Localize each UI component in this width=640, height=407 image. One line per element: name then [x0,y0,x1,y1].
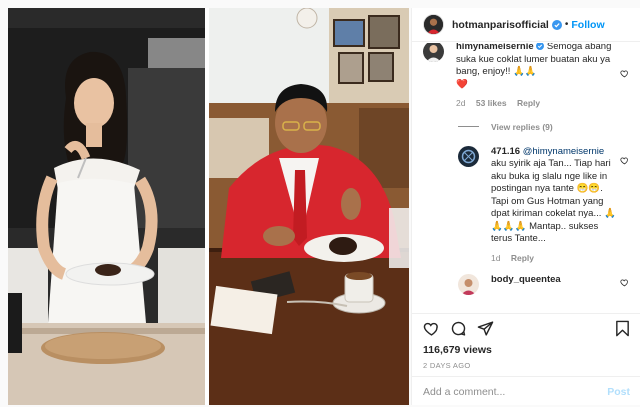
comment-icon[interactable] [450,320,467,337]
commenter-avatar[interactable] [458,145,479,167]
photo-woman-with-cake [8,8,205,405]
post-details-panel: hotmanparisofficial • Follow himynameise… [411,8,640,405]
instagram-post-frame: hotmanparisofficial • Follow himynameise… [0,0,640,407]
comment-meta: 1d Reply [491,252,617,265]
comment-body: body_queentea [491,274,631,295]
comment-like-icon[interactable] [620,69,629,78]
comment-time[interactable]: 1d [491,253,500,263]
post-button[interactable]: Post [607,386,630,398]
avatar[interactable] [423,14,444,35]
divider-line [458,126,479,127]
comment-emoji: ❤️ [456,78,468,90]
comment-body: himynameisernie Semoga abang suka kue co… [456,43,631,110]
view-replies-button[interactable]: View replies (9) [458,122,631,132]
comment-body: 471.16 @himynameisernie aku syirik aja T… [491,146,631,265]
comment-username[interactable]: 471.16 [491,146,520,157]
comment-item: body_queentea [423,274,631,295]
comment-meta: 2d 53 likes Reply [456,97,617,110]
view-replies-label: View replies (9) [491,121,553,132]
heart-icon[interactable] [423,320,440,337]
comment-item: himynameisernie Semoga abang suka kue co… [423,43,631,110]
post-actions-section: 116,679 views 2 DAYS AGO Post [412,313,640,405]
comment-mention[interactable]: @himynameisernie [523,146,604,157]
comment-like-icon[interactable] [620,156,629,165]
view-count[interactable]: 116,679 views [423,344,492,356]
commenter-avatar[interactable] [423,43,444,62]
reply-item: 471.16 @himynameisernie aku syirik aja T… [458,145,631,265]
post-header: hotmanparisofficial • Follow [412,8,640,42]
comment-time[interactable]: 2d [456,98,465,108]
bookmark-icon[interactable] [614,320,631,337]
comment-input[interactable] [423,385,608,398]
reply-button[interactable]: Reply [517,98,540,108]
commenter-avatar[interactable] [458,274,479,295]
post-date[interactable]: 2 DAYS AGO [423,361,470,370]
share-icon[interactable] [477,320,494,337]
comment-likes[interactable]: 53 likes [476,98,507,108]
verified-badge-icon [536,43,545,50]
add-comment-section: Post [412,376,640,406]
photo-man-eating-cake [209,8,409,405]
comment-username[interactable]: himynameisernie [456,43,534,52]
post-media[interactable] [8,8,409,405]
comment-username[interactable]: body_queentea [491,274,561,285]
action-icons-row [423,320,504,337]
username-link[interactable]: hotmanparisofficial [452,19,549,31]
verified-badge-icon [551,19,562,30]
comment-text: aku syirik aja Tan... Tiap hari aku buka… [491,158,616,244]
comment-like-icon[interactable] [620,278,629,287]
separator-dot: • [564,19,569,30]
comments-list[interactable]: himynameisernie Semoga abang suka kue co… [412,43,640,313]
follow-button[interactable]: Follow [571,19,604,31]
reply-button[interactable]: Reply [511,253,534,263]
